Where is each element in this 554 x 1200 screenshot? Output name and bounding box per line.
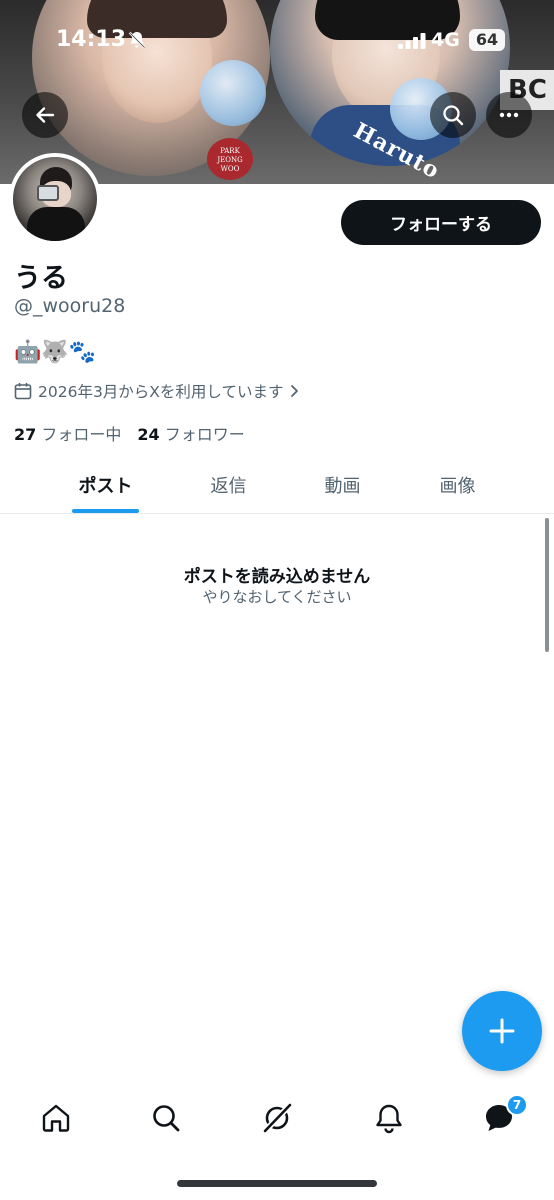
following-label: フォロー中 bbox=[41, 425, 122, 444]
banner-sticker: PARK JEONG WOO bbox=[207, 138, 253, 180]
followers-link[interactable]: 24 フォロワー bbox=[137, 421, 244, 445]
bell-icon bbox=[376, 1104, 402, 1134]
followers-label: フォロワー bbox=[164, 425, 245, 444]
home-icon bbox=[42, 1104, 70, 1132]
user-handle: @_wooru28 bbox=[14, 295, 126, 317]
sticker-line-1: PARK bbox=[220, 147, 240, 155]
back-button[interactable] bbox=[22, 92, 68, 138]
joined-text: 2026年3月からXを利用しています bbox=[38, 383, 284, 401]
following-count: 27 bbox=[14, 425, 37, 444]
calendar-icon bbox=[14, 383, 32, 400]
chevron-right-icon bbox=[291, 385, 299, 397]
nav-notifications[interactable] bbox=[369, 1098, 409, 1138]
plus-icon bbox=[489, 1018, 515, 1044]
followers-count: 24 bbox=[137, 425, 160, 444]
avatar-shirt bbox=[27, 207, 85, 241]
tab-videos[interactable]: 動画 bbox=[285, 456, 400, 514]
tab-active-indicator bbox=[72, 509, 139, 513]
bio: 🤖🐺🐾 bbox=[14, 340, 97, 365]
status-time: 14:13 bbox=[56, 27, 127, 52]
network-type: 4G bbox=[431, 29, 460, 51]
avatar-camera bbox=[37, 185, 59, 201]
follow-stats: 27 フォロー中 24 フォロワー bbox=[14, 421, 245, 445]
sticker-line-3: WOO bbox=[220, 165, 240, 173]
joined-date[interactable]: 2026年3月からXを利用しています bbox=[14, 380, 301, 402]
error-title: ポストを読み込めません bbox=[183, 567, 371, 587]
retry-link[interactable]: やりなおしてください bbox=[0, 586, 554, 607]
nav-home[interactable] bbox=[36, 1098, 76, 1138]
sticker-line-2: JEONG bbox=[217, 156, 243, 164]
search-icon bbox=[443, 105, 464, 126]
more-button[interactable] bbox=[486, 92, 532, 138]
tab-images[interactable]: 画像 bbox=[400, 456, 515, 514]
grok-icon bbox=[262, 1102, 293, 1134]
lightstick-left bbox=[200, 60, 266, 126]
search-icon bbox=[153, 1105, 180, 1132]
home-indicator[interactable] bbox=[177, 1180, 377, 1187]
battery-level: 64 bbox=[469, 29, 505, 51]
nav-grok[interactable] bbox=[257, 1098, 297, 1138]
follow-button[interactable]: フォローする bbox=[341, 200, 541, 245]
profile-tabs: ポスト 返信 動画 画像 bbox=[0, 456, 554, 514]
following-link[interactable]: 27 フォロー中 bbox=[14, 421, 121, 445]
signal-icon bbox=[398, 33, 426, 49]
messages-badge: 7 bbox=[506, 1094, 528, 1116]
tab-replies[interactable]: 返信 bbox=[171, 456, 286, 514]
arrow-left-icon bbox=[36, 107, 55, 123]
more-dots-icon bbox=[499, 112, 519, 118]
compose-button[interactable] bbox=[462, 991, 542, 1071]
tab-posts[interactable]: ポスト bbox=[48, 456, 163, 514]
avatar[interactable] bbox=[9, 153, 101, 245]
nav-explore[interactable] bbox=[146, 1098, 186, 1138]
search-button[interactable] bbox=[430, 92, 476, 138]
display-name: うる bbox=[14, 263, 68, 294]
scrollbar[interactable] bbox=[545, 518, 549, 652]
silent-bell-icon bbox=[128, 31, 146, 49]
